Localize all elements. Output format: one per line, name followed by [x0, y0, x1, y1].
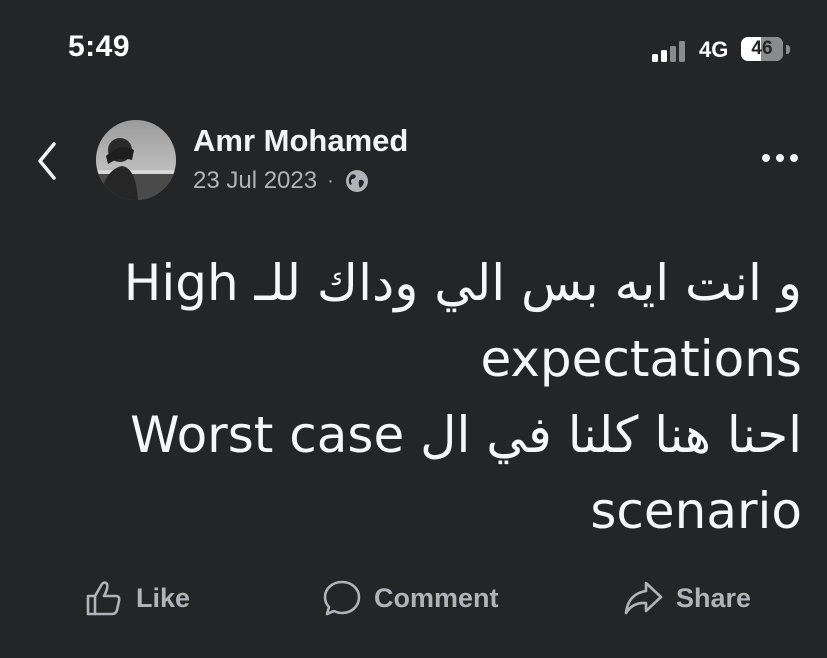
profile-photo: [96, 120, 176, 200]
post-text-line: scenario: [590, 482, 802, 540]
back-button[interactable]: [30, 138, 66, 184]
comment-bubble-icon: [323, 580, 361, 616]
thumbs-up-icon: [86, 581, 121, 616]
post-text-line: و انت ايه بس الي وداك للـ High: [123, 254, 802, 312]
globe-icon: [345, 170, 368, 192]
post-date[interactable]: 23 Jul 2023: [193, 167, 317, 195]
more-dots-icon: [762, 154, 798, 162]
comment-button[interactable]: Comment: [322, 575, 499, 621]
battery-tip-icon: [786, 45, 790, 54]
battery-indicator: 46: [741, 37, 783, 61]
comment-label: Comment: [374, 582, 499, 613]
share-arrow-icon: [624, 581, 663, 615]
post-text-line: expectations: [480, 330, 802, 388]
more-options-button[interactable]: [759, 148, 801, 168]
like-label: Like: [136, 582, 191, 613]
author-name[interactable]: Amr Mohamed: [193, 123, 408, 159]
share-label: Share: [676, 582, 752, 613]
chevron-left-icon: [38, 142, 56, 180]
share-button[interactable]: Share: [622, 575, 751, 621]
avatar[interactable]: [96, 120, 176, 200]
cellular-signal-icon: [652, 38, 690, 62]
status-time: 5:49: [68, 30, 131, 63]
post-screen: 5:49 4G 46 Amr Mohamed 23 Jul 2023 · و ا…: [0, 0, 827, 658]
post-text: و انت ايه بس الي وداك للـ High expectati…: [32, 245, 802, 549]
post-text-line: احنا هنا كلنا في ال Worst case: [130, 406, 802, 464]
meta-separator: ·: [327, 169, 334, 192]
battery-level: 46: [751, 38, 773, 59]
post-meta: 23 Jul 2023 ·: [193, 167, 370, 195]
network-type: 4G: [699, 37, 729, 62]
like-button[interactable]: Like: [84, 575, 190, 621]
